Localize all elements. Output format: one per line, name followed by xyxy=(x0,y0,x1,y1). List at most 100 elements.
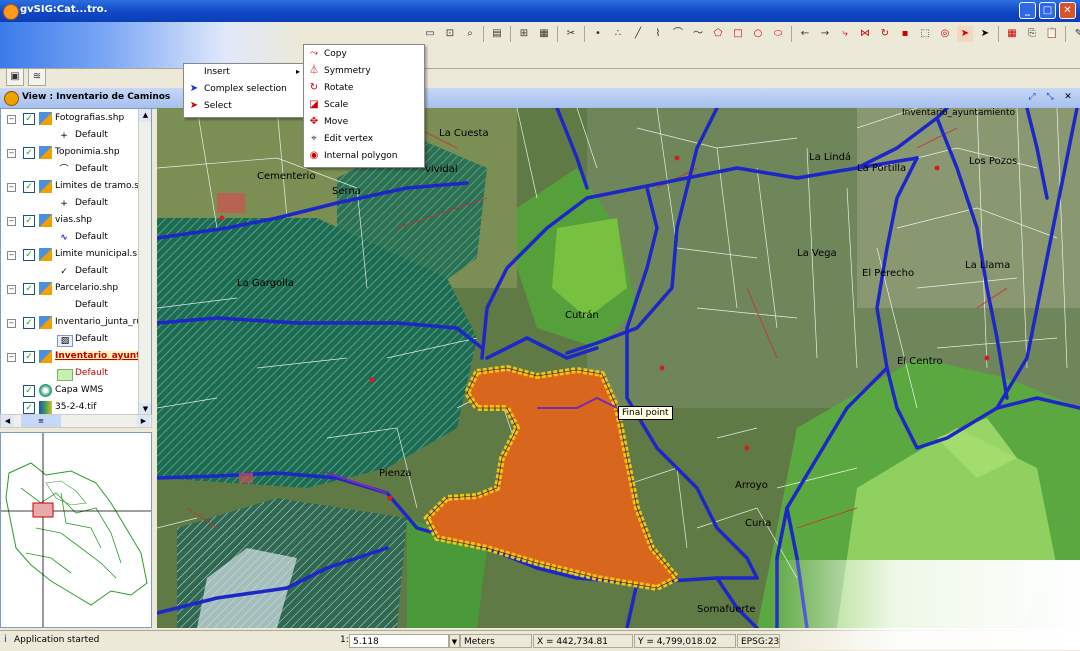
toolbar-separator xyxy=(483,26,484,42)
ellipse-icon[interactable]: ⬭ xyxy=(770,26,786,42)
polyline-icon[interactable]: ⌇ xyxy=(650,26,666,42)
arrow-left-icon[interactable]: ← xyxy=(797,26,813,42)
table-view-icon[interactable]: ⊞ xyxy=(516,26,532,42)
layer-visibility-checkbox[interactable]: ✓ xyxy=(23,249,35,261)
collapse-icon[interactable]: − xyxy=(7,183,16,192)
scale-icon[interactable]: ▪ xyxy=(897,26,913,42)
select-icon[interactable]: ➤ xyxy=(957,26,973,42)
table-icon[interactable]: ▦ xyxy=(1004,26,1020,42)
menu-item-label: Select xyxy=(204,101,232,111)
toc-layer-row[interactable]: − ✓ Limite municipal.shp xyxy=(1,247,149,264)
collapse-icon[interactable]: − xyxy=(7,217,16,226)
menu-item-complex-selection[interactable]: ➤ Complex selection xyxy=(184,81,304,98)
menu-item-rotate[interactable]: ↻ Rotate xyxy=(304,80,424,97)
polygon-icon[interactable]: ⬠ xyxy=(710,26,726,42)
place-label: La Lindá xyxy=(809,152,852,163)
internal-polygon-icon: ◉ xyxy=(309,150,319,161)
circle-icon[interactable]: ○ xyxy=(750,26,766,42)
menu-item-copy[interactable]: ⤳ Copy xyxy=(304,46,424,63)
collapse-icon[interactable]: − xyxy=(7,251,16,260)
view-maximize-button[interactable]: ⤡ xyxy=(1044,91,1056,103)
line-icon[interactable]: ╱ xyxy=(630,26,646,42)
join-icon[interactable]: ⋈ xyxy=(857,26,873,42)
layer-visibility-checkbox[interactable]: ✓ xyxy=(23,215,35,227)
menu-item-scale[interactable]: ◪ Scale xyxy=(304,97,424,114)
layer-visibility-checkbox[interactable]: ✓ xyxy=(23,351,35,363)
toc-layer-row[interactable]: − ✓ Parcelario.shp xyxy=(1,281,141,298)
toc-layer-row[interactable]: ✓ Capa WMS xyxy=(1,383,141,400)
toc-horizontal-scrollbar[interactable]: ◀ ≡ ▶ xyxy=(0,414,152,428)
toc-layer-row[interactable]: − ✓ Inventario_junta_ru xyxy=(1,315,143,332)
layer-visibility-checkbox[interactable]: ✓ xyxy=(23,181,35,193)
internal-polygon-icon[interactable]: ◎ xyxy=(937,26,953,42)
menu-item-symmetry[interactable]: ⏃ Symmetry xyxy=(304,63,424,80)
rotate-icon[interactable]: ↻ xyxy=(877,26,893,42)
menu-item-edit-vertex[interactable]: ⌖ Edit vertex xyxy=(304,131,424,148)
select-arrow-icon: ➤ xyxy=(189,100,199,111)
scroll-right-icon[interactable]: ▶ xyxy=(137,415,150,427)
arrow-right-icon[interactable]: → xyxy=(817,26,833,42)
map-canvas[interactable]: La Cuesta Cementerio Serna vividal La Ga… xyxy=(157,108,1080,628)
menu-item-internal-polygon[interactable]: ◉ Internal polygon xyxy=(304,148,424,165)
scroll-thumb[interactable]: ≡ xyxy=(21,415,61,427)
paste-icon[interactable]: 📋 xyxy=(1044,26,1060,42)
layer-visibility-checkbox[interactable]: ✓ xyxy=(23,113,35,125)
layer-visibility-checkbox[interactable]: ✓ xyxy=(23,283,35,295)
multipoint-icon[interactable]: ∴ xyxy=(610,26,626,42)
toc-layer-row[interactable]: − ✓ vias.shp xyxy=(1,213,141,230)
zoom-extent-icon[interactable]: ⌕ xyxy=(462,26,478,42)
place-label: La Vega xyxy=(797,248,837,259)
layer-visibility-checkbox[interactable]: ✓ xyxy=(23,147,35,159)
select-arrow-icon: ➤ xyxy=(189,83,199,94)
menu-item-move[interactable]: ✥ Move xyxy=(304,114,424,131)
toc-layer-row[interactable]: − ✓ Limites de tramo.shp xyxy=(1,179,150,196)
zoom-rect-icon[interactable]: ⊡ xyxy=(442,26,458,42)
edit-context-menu: Insert ▸ ➤ Complex selection ➤ Select xyxy=(183,63,305,118)
copy-icon[interactable]: ⎘ xyxy=(1024,26,1040,42)
view-restore-button[interactable]: ⤢ xyxy=(1026,91,1038,103)
collapse-icon[interactable]: − xyxy=(7,115,16,124)
layer-tools-icon[interactable]: ≋ xyxy=(28,68,46,86)
layer-name: Inventario_junta_ru xyxy=(55,317,143,327)
toc-layer-row-editing[interactable]: − ✓ Inventario_ayunta xyxy=(1,349,147,366)
scale-dropdown-icon[interactable]: ▼ xyxy=(449,634,460,648)
toc-vertical-scrollbar[interactable]: ▲ ▼ xyxy=(138,109,151,417)
layer-visibility-checkbox[interactable]: ✓ xyxy=(23,385,35,397)
grid-icon[interactable]: ▦ xyxy=(536,26,552,42)
toc-layer-row[interactable]: − ✓ Fotografias.shp xyxy=(1,111,141,128)
collapse-icon[interactable]: − xyxy=(7,353,16,362)
toc-layer-row[interactable]: − ✓ Toponimia.shp xyxy=(1,145,141,162)
collapse-icon[interactable]: − xyxy=(7,285,16,294)
overview-map[interactable] xyxy=(0,432,152,628)
image-fade-overlay xyxy=(770,560,1080,650)
collapse-icon[interactable]: − xyxy=(7,149,16,158)
layer-visibility-checkbox[interactable]: ✓ xyxy=(23,402,35,414)
view-close-button[interactable]: ✕ xyxy=(1062,91,1074,103)
layer-visibility-checkbox[interactable]: ✓ xyxy=(23,317,35,329)
menu-item-label: Internal polygon xyxy=(324,151,398,161)
menu-item-insert[interactable]: Insert ▸ xyxy=(184,64,304,81)
pointer-icon[interactable]: ➤ xyxy=(977,26,993,42)
close-button[interactable]: ✕ xyxy=(1059,2,1076,19)
minimize-button[interactable]: _ xyxy=(1019,2,1036,19)
curve-icon[interactable]: 〜 xyxy=(690,26,706,42)
node-icon[interactable]: ⤷ xyxy=(837,26,853,42)
select-rect-icon[interactable]: ▭ xyxy=(422,26,438,42)
rectangle-icon[interactable]: □ xyxy=(730,26,746,42)
layer-icon[interactable]: ▤ xyxy=(489,26,505,42)
scale-prefix: 1: xyxy=(340,635,349,645)
arc-icon[interactable]: ⌒ xyxy=(670,26,686,42)
scroll-left-icon[interactable]: ◀ xyxy=(1,415,14,427)
maximize-button[interactable]: □ xyxy=(1039,2,1056,19)
edit-icon[interactable]: ✎ xyxy=(1071,26,1080,42)
tools-icon[interactable]: ✂ xyxy=(563,26,579,42)
collapse-icon[interactable]: − xyxy=(7,319,16,328)
point-icon[interactable]: • xyxy=(590,26,606,42)
toolbar-separator xyxy=(584,26,585,42)
scale-input[interactable]: 5.118 xyxy=(349,634,449,648)
add-layer-icon[interactable]: ▣ xyxy=(6,68,24,86)
menu-item-select[interactable]: ➤ Select xyxy=(184,98,304,115)
scroll-up-icon[interactable]: ▲ xyxy=(139,109,151,122)
stretch-icon[interactable]: ⬚ xyxy=(917,26,933,42)
place-label: Cementerio xyxy=(257,171,316,182)
